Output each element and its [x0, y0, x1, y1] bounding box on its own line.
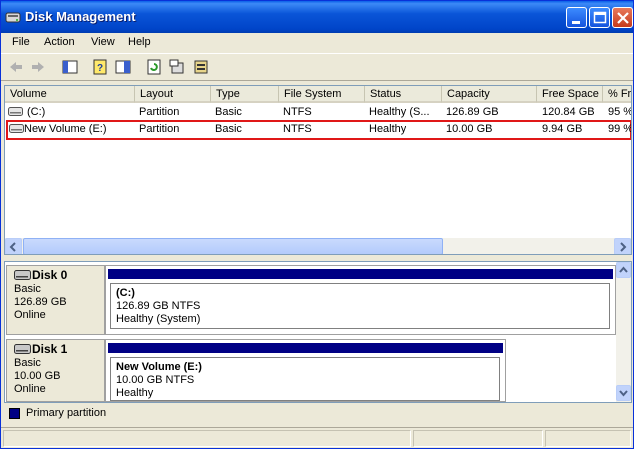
disk-1-label[interactable]: Disk 1 Basic 10.00 GB Online — [6, 339, 105, 402]
disk-0-partition-area[interactable]: (C:) 126.89 GB NTFS Healthy (System) — [105, 265, 616, 335]
cell-file-system: NTFS — [283, 123, 312, 135]
close-icon — [617, 12, 629, 24]
cell-percent-free: 95 % — [608, 106, 632, 118]
legend: Primary partition — [1, 403, 633, 425]
menu-action[interactable]: Action — [44, 36, 75, 48]
window-title: Disk Management — [25, 9, 136, 24]
cell-layout: Partition — [139, 123, 180, 135]
status-pane — [3, 430, 411, 447]
disk-management-window: Disk Management File Action View Help ? — [0, 0, 634, 449]
forward-icon[interactable] — [29, 58, 47, 76]
primary-partition-swatch — [9, 408, 20, 419]
disk-management-icon — [5, 12, 21, 23]
chevron-left-icon — [9, 242, 16, 252]
cell-type: Basic — [215, 123, 242, 135]
minimize-button[interactable] — [566, 7, 587, 28]
status-bar — [1, 427, 633, 448]
minimize-icon — [572, 21, 580, 24]
cell-status: Healthy — [369, 123, 407, 135]
maximize-icon — [593, 11, 607, 24]
disk-type: Basic — [14, 283, 41, 295]
column-status[interactable]: Status — [365, 86, 442, 103]
vertical-scrollbar[interactable] — [616, 262, 631, 402]
disk-name: Disk 1 — [32, 342, 68, 356]
close-button[interactable] — [612, 7, 633, 28]
disk-size: 126.89 GB — [14, 296, 67, 308]
volume-status: Healthy (System) — [116, 313, 201, 325]
cell-layout: Partition — [139, 106, 180, 118]
scroll-right-button[interactable] — [614, 238, 631, 254]
horizontal-scrollbar[interactable] — [5, 238, 631, 254]
volume-e-box[interactable]: New Volume (E:) 10.00 GB NTFS Healthy — [110, 357, 500, 401]
rescan-icon[interactable] — [192, 58, 210, 76]
table-row[interactable]: (C:) Partition Basic NTFS Healthy (S... … — [5, 104, 632, 121]
cell-volume: (C:) — [27, 106, 46, 118]
volume-status: Healthy — [116, 387, 154, 399]
refresh-icon[interactable] — [145, 58, 163, 76]
primary-partition-bar — [108, 269, 613, 279]
volume-title: (C:) — [116, 287, 135, 299]
menu-file[interactable]: File — [12, 36, 30, 48]
primary-partition-bar — [108, 343, 503, 353]
column-file-system[interactable]: File System — [279, 86, 365, 103]
cell-file-system: NTFS — [283, 106, 312, 118]
disk-icon — [14, 270, 31, 280]
cell-free-space: 120.84 GB — [542, 106, 595, 118]
column-type[interactable]: Type — [211, 86, 279, 103]
cell-capacity: 10.00 GB — [446, 123, 493, 135]
show-hide-tree-icon[interactable] — [61, 58, 79, 76]
volume-c-box[interactable]: (C:) 126.89 GB NTFS Healthy (System) — [110, 283, 610, 329]
scroll-up-button[interactable] — [616, 262, 631, 278]
column-free-space[interactable]: Free Space — [537, 86, 603, 103]
back-icon[interactable] — [7, 58, 25, 76]
table-row[interactable]: New Volume (E:) Partition Basic NTFS Hea… — [6, 120, 632, 140]
volume-size: 126.89 GB NTFS — [116, 300, 201, 312]
title-bar[interactable]: Disk Management — [1, 1, 633, 33]
disk-type: Basic — [14, 357, 41, 369]
chevron-right-icon — [620, 242, 627, 252]
properties-icon[interactable] — [114, 58, 132, 76]
chevron-down-icon — [619, 390, 628, 397]
status-pane — [545, 430, 631, 447]
menu-view[interactable]: View — [91, 36, 115, 48]
cell-capacity: 126.89 GB — [446, 106, 499, 118]
disk-name: Disk 0 — [32, 268, 68, 282]
disk-icon — [14, 344, 31, 354]
settings-icon[interactable] — [168, 58, 186, 76]
disk-graphical-view: Disk 0 Basic 126.89 GB Online (C:) 126.8… — [4, 261, 632, 403]
column-capacity[interactable]: Capacity — [442, 86, 537, 103]
disk-1-partition-area[interactable]: New Volume (E:) 10.00 GB NTFS Healthy — [105, 339, 506, 402]
disk-size: 10.00 GB — [14, 370, 61, 382]
cell-status: Healthy (S... — [369, 106, 430, 118]
column-percent-free[interactable]: % Fr — [603, 86, 631, 103]
disk-state: Online — [14, 309, 46, 321]
cell-type: Basic — [215, 106, 242, 118]
cell-free-space: 9.94 GB — [542, 123, 583, 135]
menu-bar: File Action View Help — [1, 33, 633, 53]
cell-volume: New Volume (E:) — [24, 123, 107, 135]
scroll-left-button[interactable] — [5, 238, 22, 254]
svg-text:?: ? — [97, 63, 103, 74]
scroll-down-button[interactable] — [616, 385, 631, 401]
status-pane — [413, 430, 543, 447]
chevron-up-icon — [619, 266, 628, 273]
drive-icon — [9, 124, 24, 133]
column-volume[interactable]: Volume — [5, 86, 135, 103]
help-icon[interactable]: ? — [91, 58, 109, 76]
maximize-button[interactable] — [589, 7, 610, 28]
horizontal-scroll-thumb[interactable] — [23, 238, 443, 254]
disk-state: Online — [14, 383, 46, 395]
toolbar: ? — [1, 53, 633, 81]
menu-help[interactable]: Help — [128, 36, 151, 48]
volume-size: 10.00 GB NTFS — [116, 374, 195, 386]
column-layout[interactable]: Layout — [135, 86, 211, 103]
drive-icon — [8, 107, 23, 116]
cell-percent-free: 99 % — [608, 123, 632, 135]
legend-primary-label: Primary partition — [26, 407, 107, 419]
volume-title: New Volume (E:) — [116, 361, 202, 373]
volume-list[interactable]: Volume Layout Type File System Status Ca… — [4, 85, 632, 255]
disk-0-label[interactable]: Disk 0 Basic 126.89 GB Online — [6, 265, 105, 335]
